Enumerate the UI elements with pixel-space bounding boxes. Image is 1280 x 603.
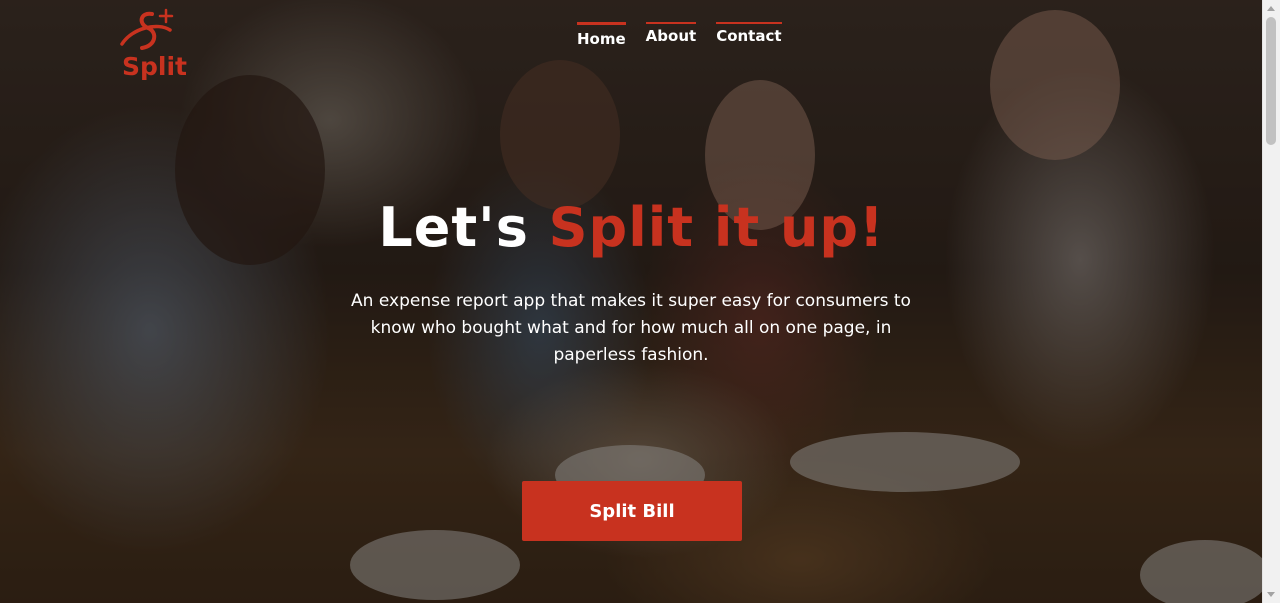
logo-wordmark: Split: [122, 52, 187, 81]
nav-item-about[interactable]: About: [645, 22, 696, 48]
hero-subtitle: An expense report app that makes it supe…: [351, 291, 911, 365]
scroll-up-arrow-icon[interactable]: [1267, 6, 1275, 11]
nav-item-contact[interactable]: Contact: [716, 22, 782, 48]
nav-item-home[interactable]: Home: [577, 22, 626, 48]
page: Split Home About Contact Let's Split it …: [0, 0, 1280, 603]
hero-headline: Let's Split it up!: [0, 196, 1263, 261]
split-s-plus-logo-icon: [120, 8, 174, 50]
split-bill-button[interactable]: Split Bill: [522, 481, 742, 541]
split-logo[interactable]: Split: [118, 8, 187, 81]
scroll-thumb[interactable]: [1266, 17, 1276, 145]
page-scrollbar[interactable]: [1262, 0, 1280, 603]
headline-white-part: Let's: [378, 196, 529, 259]
top-nav: Home About Contact: [577, 22, 782, 48]
scroll-down-arrow-icon[interactable]: [1267, 592, 1275, 597]
headline-red-part: Split it up!: [548, 196, 885, 259]
